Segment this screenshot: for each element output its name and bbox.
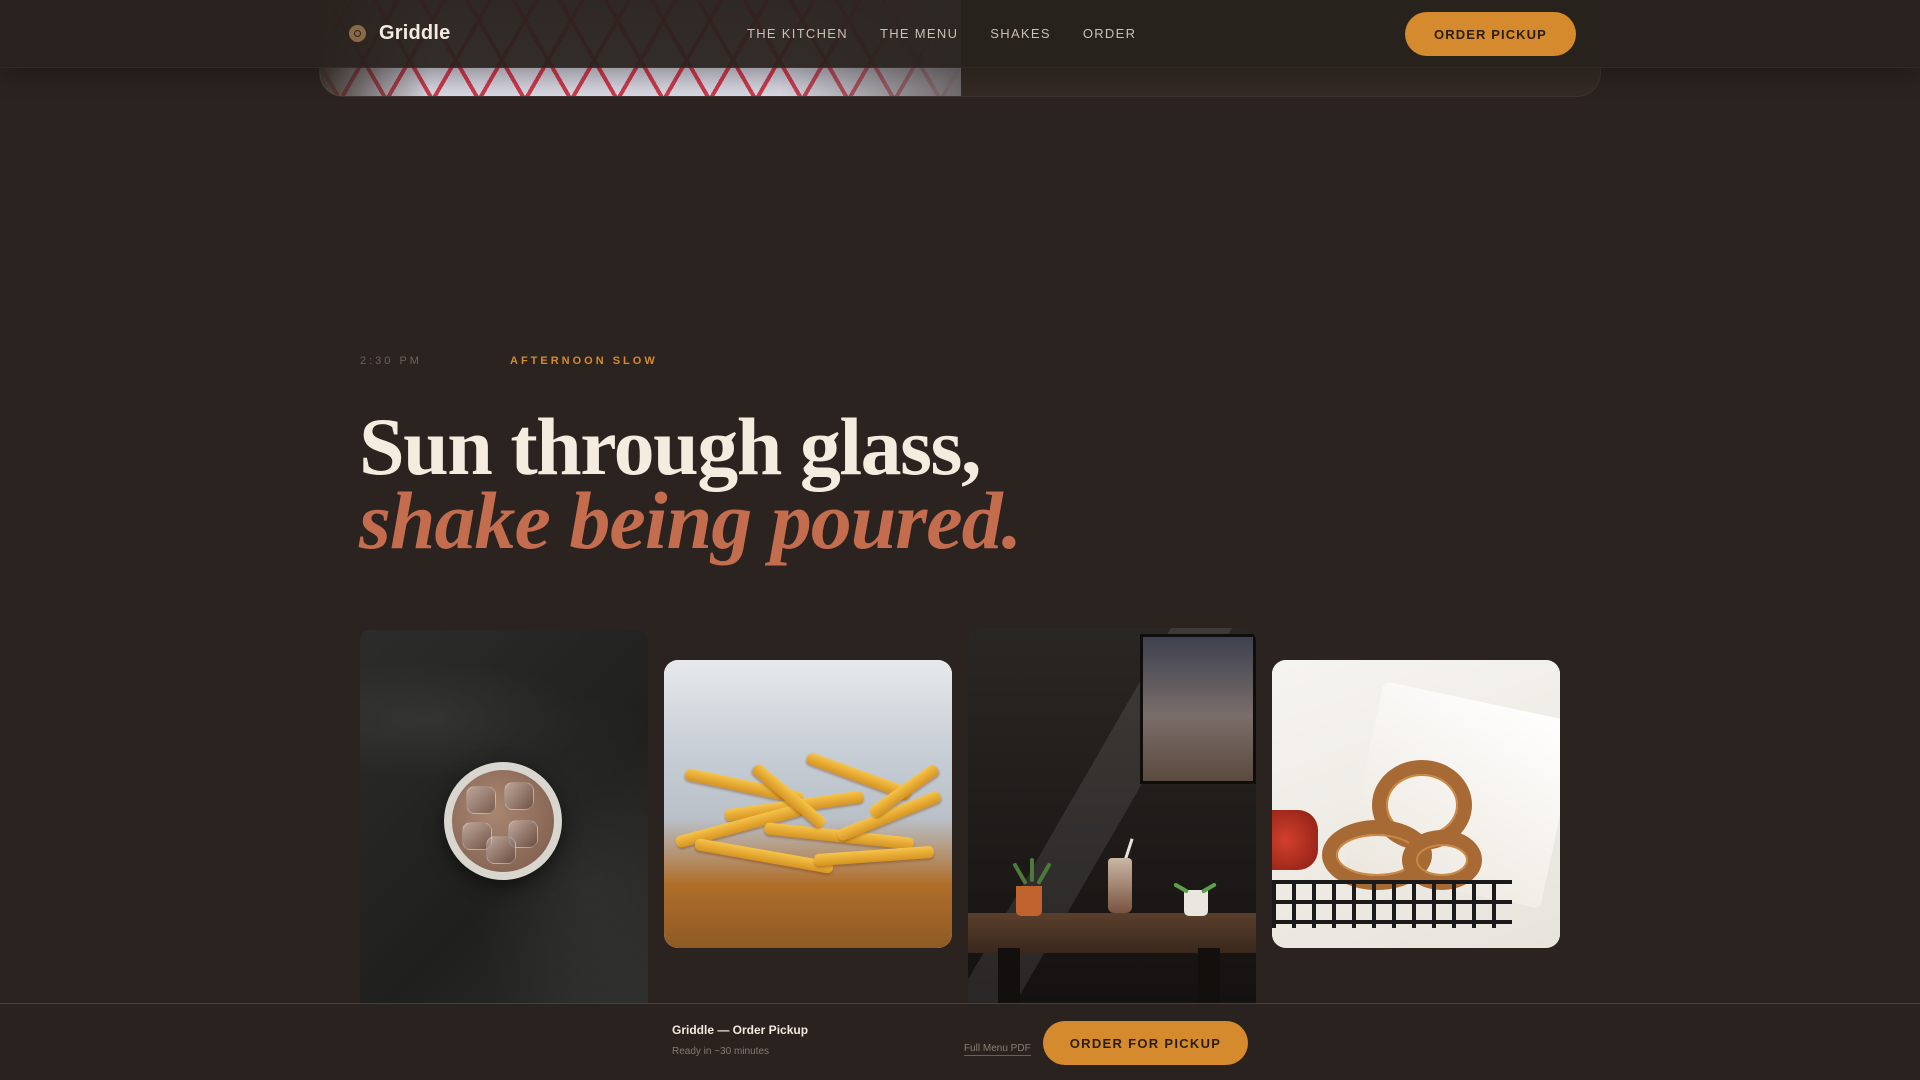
- ice-cube: [466, 786, 496, 814]
- nav-link-shakes[interactable]: SHAKES: [990, 26, 1051, 41]
- brand-name: Griddle: [379, 22, 451, 44]
- table-leg: [1198, 948, 1220, 1008]
- nav-link-order[interactable]: ORDER: [1083, 26, 1136, 41]
- top-nav: Griddle THE KITCHEN THE MENU SHAKES ORDE…: [0, 0, 1920, 68]
- ice-cube: [486, 836, 516, 864]
- full-menu-pdf-link[interactable]: Full Menu PDF: [964, 1043, 1031, 1056]
- ketchup-cup: [1272, 810, 1318, 870]
- ice-cube: [504, 782, 534, 810]
- bottom-bar-title: Griddle — Order Pickup: [672, 1023, 809, 1037]
- cafe-table: [968, 913, 1256, 953]
- bottom-bar-subtitle: Ready in ~30 minutes: [672, 1046, 770, 1057]
- wire-basket: [1272, 880, 1512, 928]
- page: Griddle THE KITCHEN THE MENU SHAKES ORDE…: [0, 0, 1920, 1080]
- milkshake-glass: [1108, 858, 1132, 913]
- plant-pot: [1184, 890, 1208, 916]
- order-for-pickup-button[interactable]: ORDER FOR PICKUP: [1043, 1021, 1248, 1065]
- cafe-shake-photo: [968, 628, 1256, 1008]
- coffee-surface: [452, 770, 554, 872]
- onion-rings-photo: [1272, 660, 1560, 948]
- section-headline: Sun through glass, shake being poured.: [359, 401, 1022, 566]
- plant-pot: [1016, 886, 1042, 916]
- griddle-logo-icon: [349, 25, 366, 42]
- nav-link-the-menu[interactable]: THE MENU: [880, 26, 958, 41]
- section-time: 2:30 PM: [360, 355, 422, 367]
- nav-links: THE KITCHEN THE MENU SHAKES ORDER: [747, 26, 1136, 41]
- brand[interactable]: Griddle: [349, 22, 450, 45]
- coffee-cup: [444, 762, 562, 880]
- headline-line-1: Sun through glass,: [359, 401, 981, 492]
- wall-picture-frame: [1140, 634, 1256, 784]
- fries-photo: [664, 660, 952, 948]
- bottom-order-bar: Griddle — Order Pickup Ready in ~30 minu…: [0, 1003, 1920, 1080]
- order-pickup-button[interactable]: ORDER PICKUP: [1405, 12, 1576, 56]
- plant-leaf: [1030, 858, 1034, 882]
- headline-line-2: shake being poured.: [359, 475, 1022, 566]
- nav-link-the-kitchen[interactable]: THE KITCHEN: [747, 26, 848, 41]
- table-leg: [998, 948, 1020, 1008]
- iced-coffee-photo: [360, 630, 648, 1010]
- section-tag: AFTERNOON SLOW: [510, 355, 658, 367]
